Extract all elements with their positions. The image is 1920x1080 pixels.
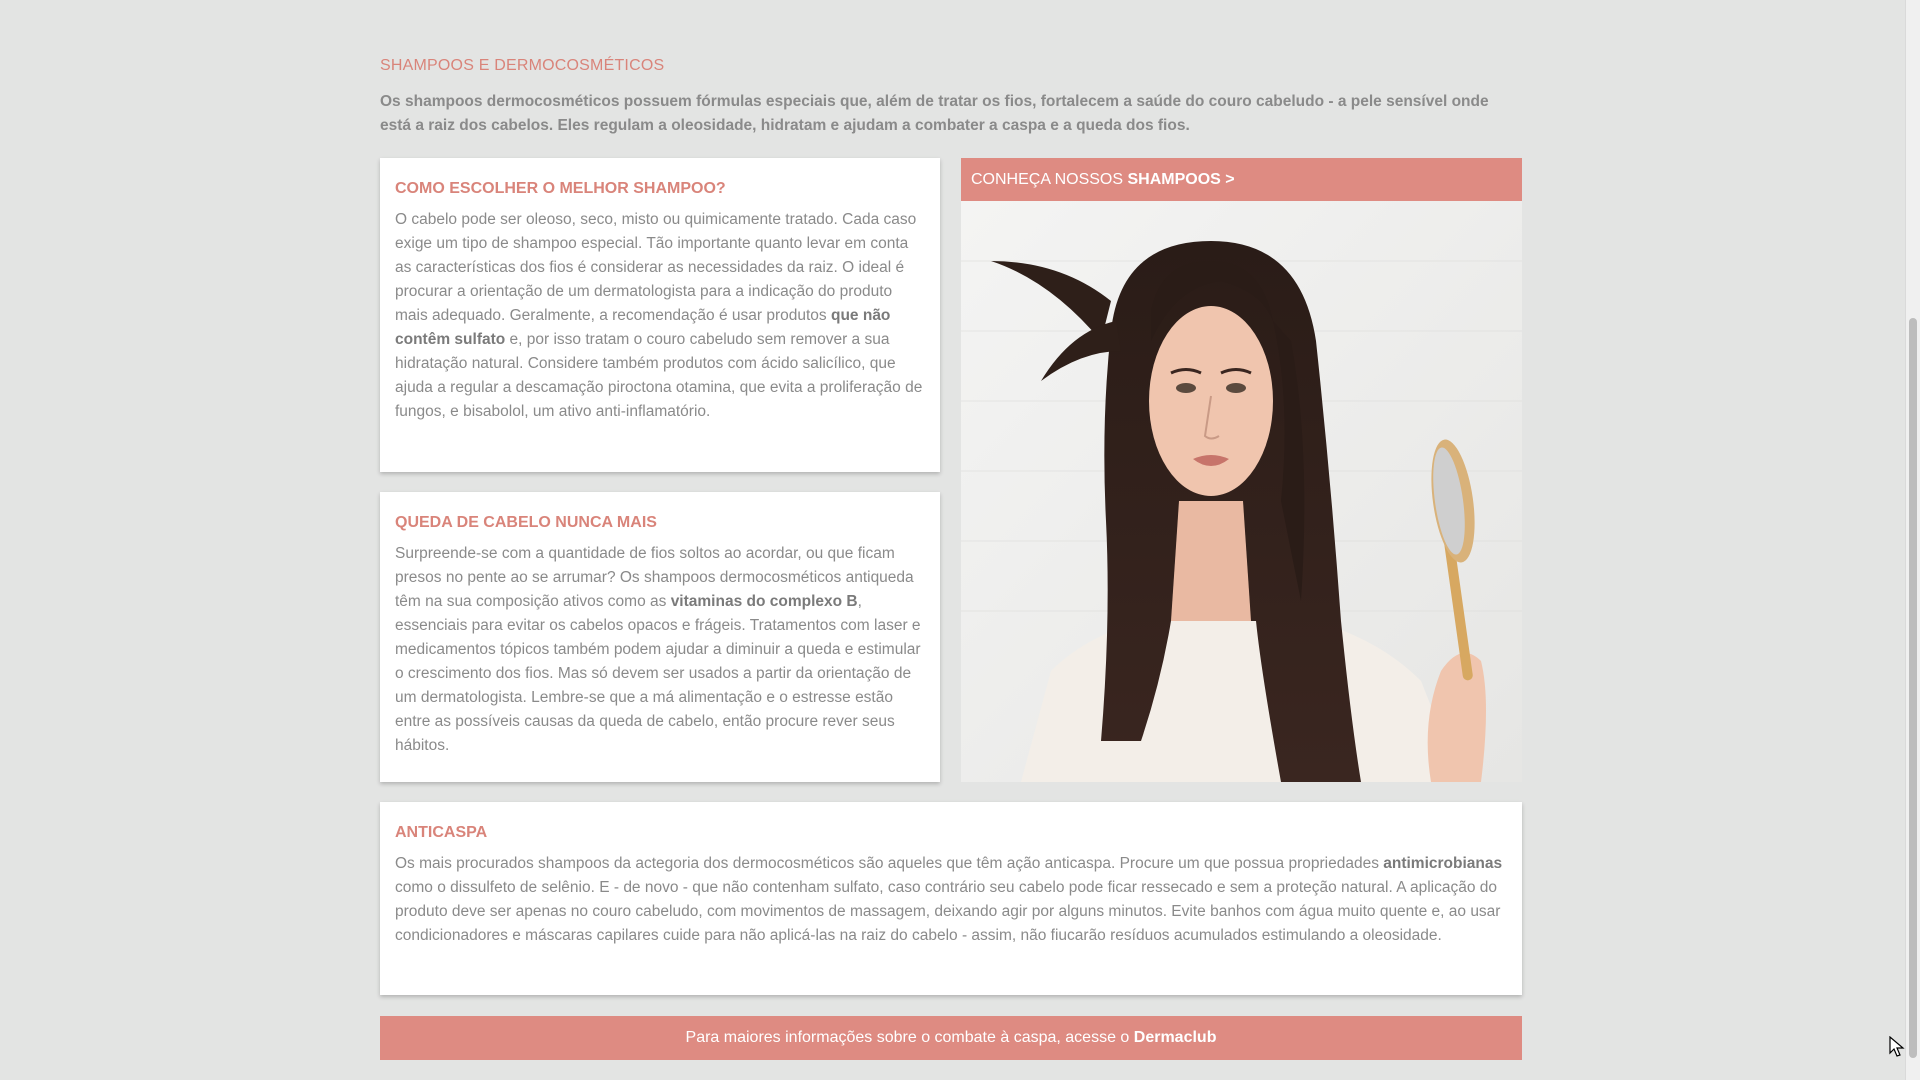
section-intro: Os shampoos dermocosméticos possuem fórm…	[380, 93, 1489, 134]
card-title: ANTICASPA	[395, 824, 488, 841]
card-hair-loss: QUEDA DE CABELO NUNCA MAIS Surpreende-se…	[380, 492, 940, 782]
dermaclub-banner[interactable]: Para maiores informações sobre o combate…	[380, 1016, 1522, 1060]
card-text-bold: antimicrobianas	[1383, 855, 1503, 872]
shampoos-link[interactable]: CONHEÇA NOSSOS SHAMPOOS >	[961, 158, 1522, 201]
mouse-cursor-icon	[1889, 1036, 1905, 1057]
card-text: Os mais procurados shampoos da actegoria…	[395, 855, 1503, 944]
card-choose-shampoo: COMO ESCOLHER O MELHOR SHAMPOO? O cabelo…	[380, 158, 940, 472]
vertical-scrollbar[interactable]	[1905, 0, 1920, 1080]
shampoos-promo[interactable]: CONHEÇA NOSSOS SHAMPOOS >	[961, 158, 1522, 782]
card-text: Surpreende-se com a quantidade de fios s…	[395, 545, 921, 754]
scrollbar-thumb[interactable]	[1909, 318, 1917, 1058]
card-anti-dandruff: ANTICASPA Os mais procurados shampoos da…	[380, 802, 1522, 995]
dermaclub-link[interactable]: Dermaclub	[1134, 1029, 1217, 1046]
card-text: O cabelo pode ser oleoso, seco, misto ou…	[395, 211, 923, 420]
card-title: COMO ESCOLHER O MELHOR SHAMPOO?	[395, 180, 726, 197]
woman-with-hairbrush-photo[interactable]	[961, 201, 1522, 782]
card-title: QUEDA DE CABELO NUNCA MAIS	[395, 514, 657, 531]
section-title: SHAMPOOS E DERMOCOSMÉTICOS	[380, 57, 665, 74]
card-text-bold: vitaminas do complexo B	[670, 593, 858, 610]
